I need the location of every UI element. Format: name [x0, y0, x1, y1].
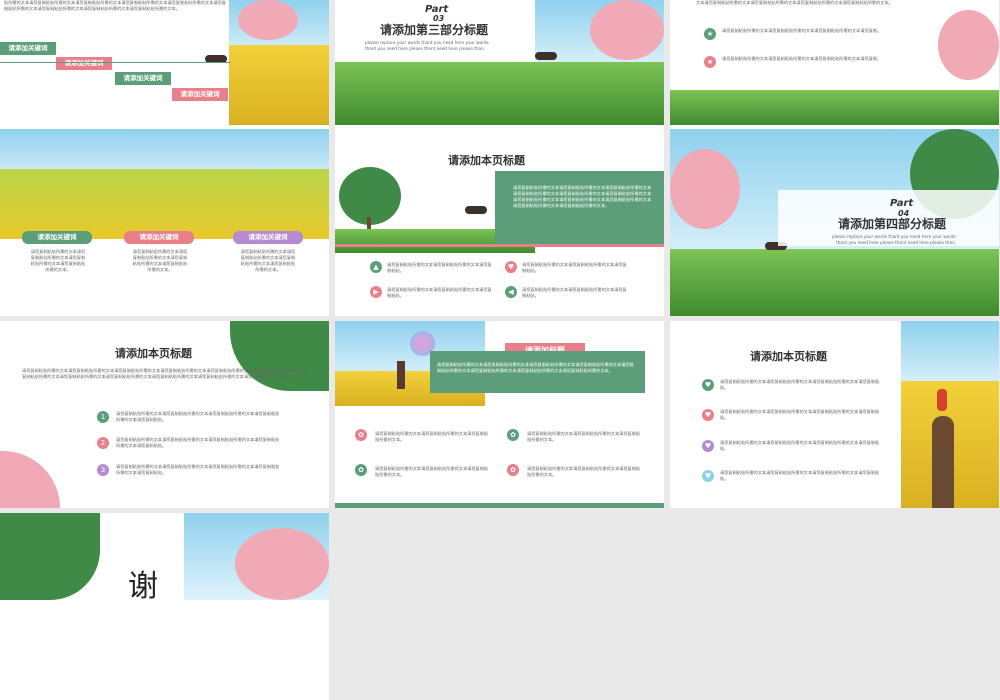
cat-image [465, 206, 487, 214]
slide-thumbnail-10[interactable]: 谢 [0, 513, 329, 700]
page-title: 请添加本页标题 [750, 350, 827, 363]
keyword-tag-2: 请添加关键词 [56, 57, 112, 70]
pink-tree-image [938, 10, 999, 80]
slide3-top-text: 文本请您复制粘贴所需的文本请您复制粘贴所需的文本请您复制粘贴所需的文本请您复制粘… [696, 0, 893, 5]
item-text-2: 请您复制粘贴所需的文本请您复制粘贴所需的文本请您复制粘贴所需的文本。 [527, 431, 641, 442]
list-item-2: 请您复制粘贴所需的文本请您复制粘贴所需的文本请您复制粘贴所需的文本请您复制粘贴。 [720, 409, 880, 420]
divider-line [0, 62, 230, 63]
star-icon: ★ [704, 28, 716, 40]
item-text-2: 请您复制粘贴所需的文本请您复制粘贴所需的文本请您复制粘贴。 [522, 262, 627, 273]
green-tree-image [230, 321, 329, 391]
keyword-tag-2: 请添加关键词 [124, 231, 194, 244]
text-box-content: 请您复制粘贴所需的文本请您复制粘贴所需的文本请您复制粘贴所需的文本请您复制粘贴所… [437, 362, 634, 373]
slide-thumbnail-5[interactable]: 请添加本页标题 请您复制粘贴所需的文本请您复制粘贴所需的文本请您复制粘贴所需的文… [335, 129, 664, 316]
slide-thumbnail-4[interactable]: 请添加关键词 请添加关键词 请添加关键词 请您复制粘贴所需的文本请您复制粘贴所需… [0, 129, 329, 316]
slide3-item-1: 请您复制粘贴所需的文本请您复制粘贴所需的文本请您复制粘贴所需的文本请您复制。 [722, 28, 882, 33]
item-text-3: 请您复制粘贴所需的文本请您复制粘贴所需的文本请您复制粘贴所需的文本。 [375, 466, 489, 477]
flower-icon: ✿ [355, 429, 367, 441]
pink-tree-image [235, 528, 329, 600]
girl-figure-image [937, 389, 947, 411]
path-image [932, 416, 954, 508]
section-title: 请添加第四部分标题 [838, 217, 947, 231]
item-text-1: 请您复制粘贴所需的文本请您复制粘贴所需的文本请您复制粘贴。 [387, 262, 492, 273]
list-item-1: 请您复制粘贴所需的文本请您复制粘贴所需的文本请您复制粘贴所需的文本请您复制粘贴。 [720, 379, 880, 390]
numbered-item-3: 请您复制粘贴所需的文本请您复制粘贴所需的文本请您复制粘贴所需的文本请您复制粘贴所… [116, 464, 280, 475]
text-box-content: 请您复制粘贴所需的文本请您复制粘贴所需的文本请您复制粘贴所需的文本请您复制粘贴所… [513, 185, 652, 208]
number-badge-1: 1 [97, 411, 109, 423]
page-title: 请添加本页标题 [115, 347, 192, 360]
item-text-3: 请您复制粘贴所需的文本请您复制粘贴所需的文本请您复制粘贴。 [387, 287, 492, 298]
column-text-2: 请您复制粘贴所需的文本请您复制粘贴所需的文本请您复制粘贴所需的文本请您复制粘贴所… [132, 249, 188, 272]
flower-icon: ✿ [507, 429, 519, 441]
pink-tree-image [0, 451, 60, 508]
part-label: Part [890, 198, 914, 209]
pink-tree-image [238, 0, 298, 40]
heart-icon: ♥ [702, 409, 714, 421]
flower-icon: ✿ [355, 464, 367, 476]
heart-icon: ♥ [702, 440, 714, 452]
grass-field-image [335, 62, 664, 125]
bottom-bar [335, 503, 664, 508]
keyword-tag-3: 请添加关键词 [233, 231, 303, 244]
keyword-tag-3: 请添加关键词 [115, 72, 171, 85]
heart-icon: ♥ [505, 261, 517, 273]
item-text-4: 请您复制粘贴所需的文本请您复制粘贴所需的文本请您复制粘贴。 [522, 287, 627, 298]
list-item-3: 请您复制粘贴所需的文本请您复制粘贴所需的文本请您复制粘贴所需的文本请您复制粘贴。 [720, 440, 880, 451]
number-badge-3: 3 [97, 464, 109, 476]
flower-field-image [229, 45, 329, 125]
slide3-item-2: 请您复制粘贴所需的文本请您复制粘贴所需的文本请您复制粘贴所需的文本请您复制。 [722, 56, 882, 61]
heart-icon: ♥ [702, 379, 714, 391]
green-tree-image [0, 513, 100, 600]
item-text-1: 请您复制粘贴所需的文本请您复制粘贴所需的文本请您复制粘贴所需的文本。 [375, 431, 489, 442]
grass-field-image [670, 249, 999, 316]
speaker-icon: ◀ [505, 286, 517, 298]
play-icon: ▲ [370, 261, 382, 273]
heart-icon: ♥ [702, 470, 714, 482]
girl-figure-image [397, 361, 405, 389]
cat-image [535, 52, 557, 60]
keyword-tag-1: 请添加关键词 [0, 42, 56, 55]
keyword-tag-4: 请添加关键词 [172, 88, 228, 101]
page-title: 请添加本页标题 [448, 154, 525, 167]
keyword-tag-1: 请添加关键词 [22, 231, 92, 244]
divider-line [335, 244, 664, 247]
thanks-text: 谢 [128, 569, 158, 604]
slide-thumbnail-7[interactable]: 请添加本页标题 请您复制粘贴所需的文本请您复制粘贴所需的文本请您复制粘贴所需的文… [0, 321, 329, 508]
numbered-item-2: 请您复制粘贴所需的文本请您复制粘贴所需的文本请您复制粘贴所需的文本请您复制粘贴所… [116, 437, 280, 448]
slide-thumbnail-8[interactable]: 请添加标题 请您复制粘贴所需的文本请您复制粘贴所需的文本请您复制粘贴所需的文本请… [335, 321, 664, 508]
star-icon: ★ [704, 56, 716, 68]
section-title: 请添加第三部分标题 [380, 23, 489, 37]
slide-thumbnail-6[interactable]: Part 04 请添加第四部分标题 please replace your wo… [670, 129, 999, 316]
grass-field-image [670, 90, 999, 125]
flower-icon: ✿ [507, 464, 519, 476]
subtitle-line-2: thant you need here please thant need he… [836, 240, 957, 245]
column-text-1: 请您复制粘贴所需的文本请您复制粘贴所需的文本请您复制粘贴所需的文本请您复制粘贴所… [30, 249, 86, 272]
pink-tree-image [670, 149, 740, 229]
column-text-3: 请您复制粘贴所需的文本请您复制粘贴所需的文本请您复制粘贴所需的文本请您复制粘贴所… [240, 249, 296, 272]
play-icon: ▶ [370, 286, 382, 298]
number-badge-2: 2 [97, 437, 109, 449]
pink-tree-image [590, 0, 664, 60]
slide1-paragraph: 贴所需的文本请您复制粘贴所需的文本请您复制粘贴所需的文本请您复制粘贴所需的文本请… [4, 0, 226, 11]
slide-thumbnail-9[interactable]: 请添加本页标题 ♥ 请您复制粘贴所需的文本请您复制粘贴所需的文本请您复制粘贴所需… [670, 321, 999, 508]
subtitle-line-2: thant you need here please thant need he… [365, 46, 486, 51]
item-text-4: 请您复制粘贴所需的文本请您复制粘贴所需的文本请您复制粘贴所需的文本。 [527, 466, 641, 477]
slide7-paragraph: 请您复制粘贴所需的文本请您复制粘贴所需的文本请您复制粘贴所需的文本请您复制粘贴所… [22, 368, 307, 379]
numbered-item-1: 请您复制粘贴所需的文本请您复制粘贴所需的文本请您复制粘贴所需的文本请您复制粘贴所… [116, 411, 280, 422]
list-item-4: 请您复制粘贴所需的文本请您复制粘贴所需的文本请您复制粘贴所需的文本请您复制粘贴。 [720, 470, 880, 481]
flower-field-image [0, 169, 329, 239]
